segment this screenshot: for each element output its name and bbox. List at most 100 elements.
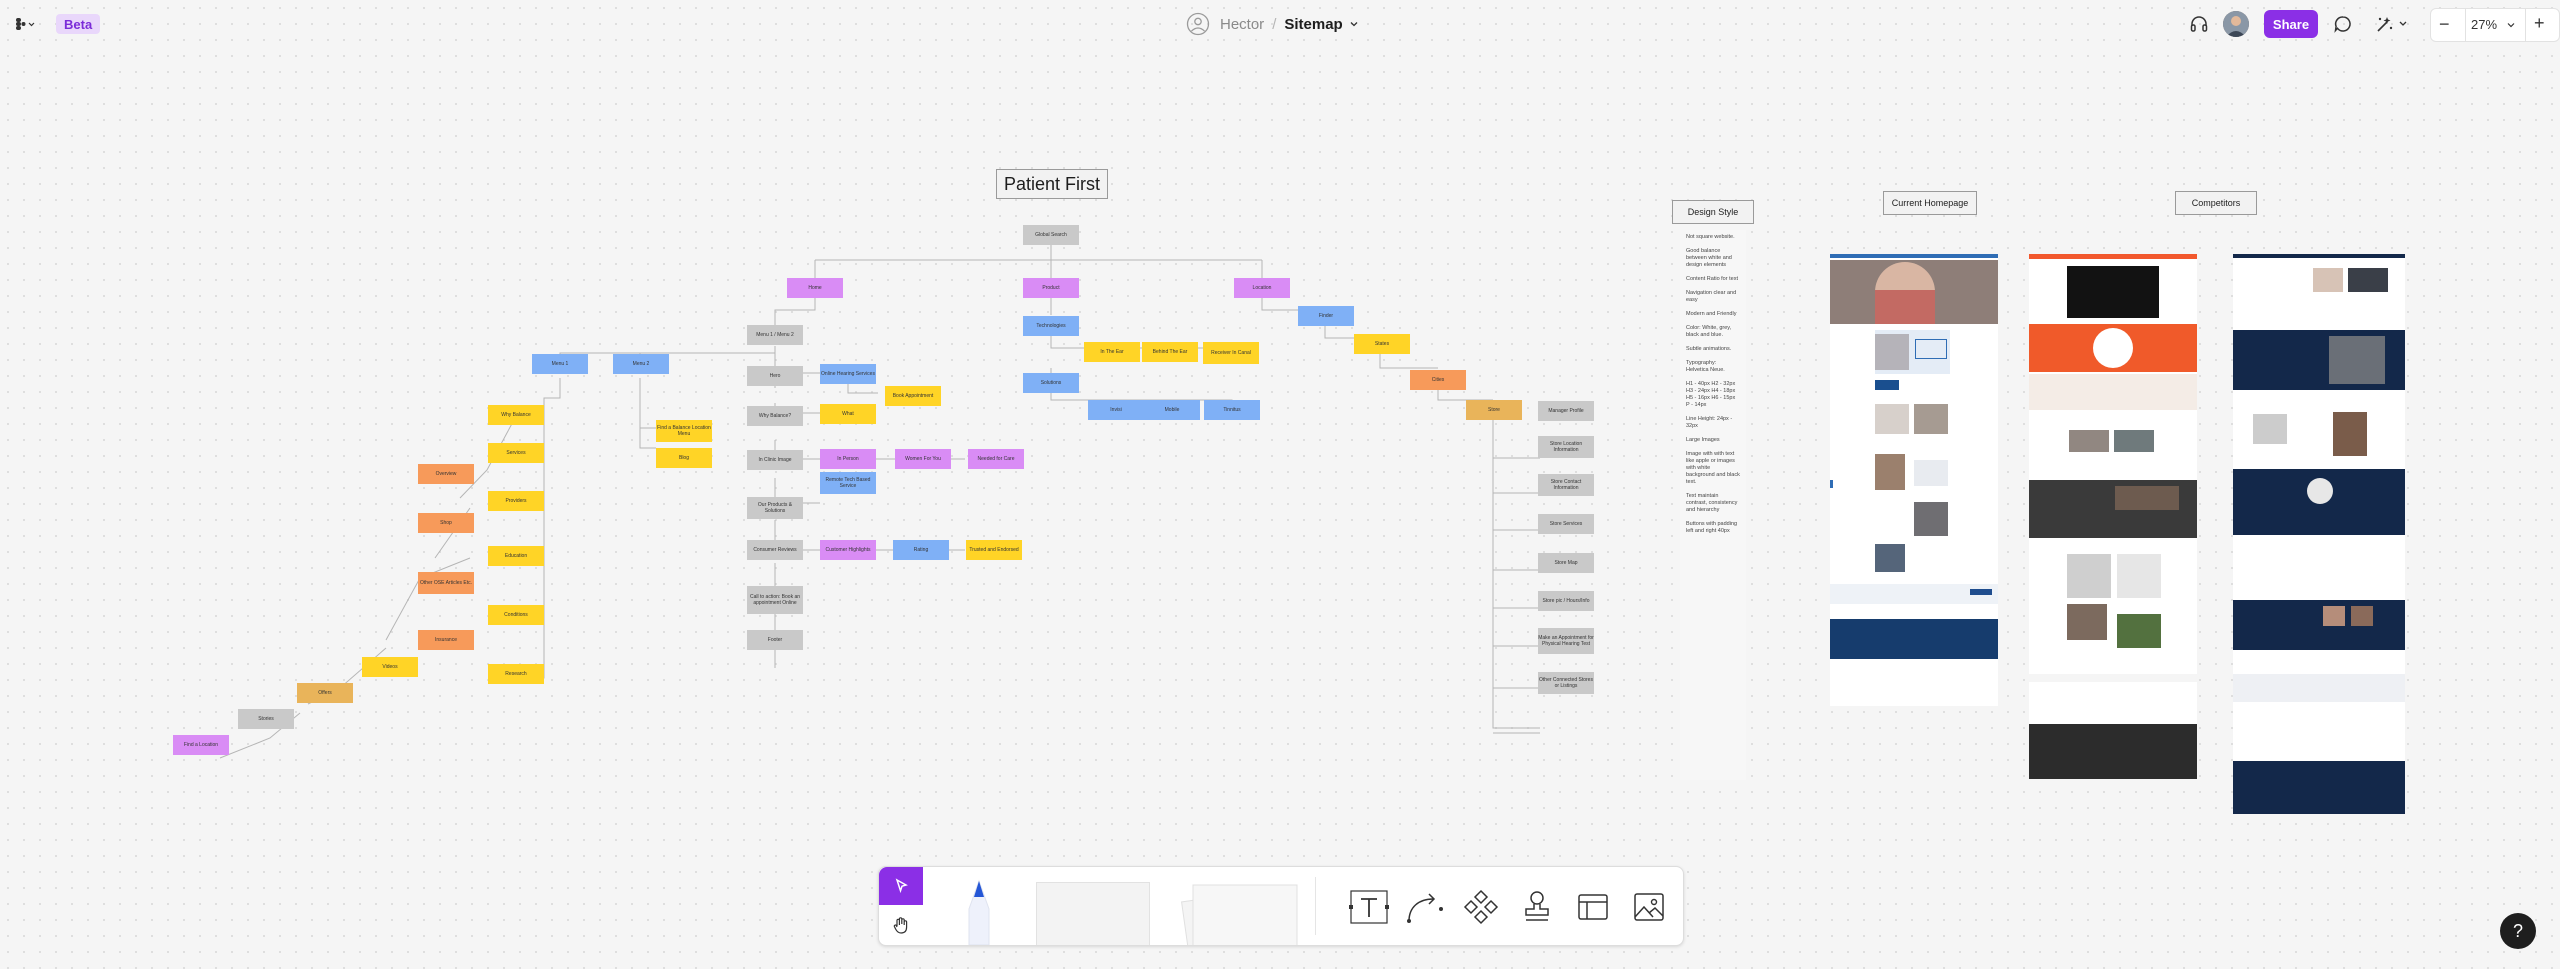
sitemap-node[interactable]: Mobile [1144,400,1200,420]
design-style-label[interactable]: Design Style [1672,200,1754,224]
sitemap-node[interactable]: Book Appointment [885,386,941,406]
sitemap-node[interactable]: Solutions [1023,373,1079,393]
sitemap-node[interactable]: Tinnitus [1204,400,1260,420]
hand-tool[interactable] [879,905,923,945]
sitemap-node[interactable]: Product [1023,278,1079,298]
sitemap-node[interactable]: Find a Location [173,735,229,755]
component-tool[interactable] [1459,887,1503,927]
sitemap-node[interactable]: Behind The Ear [1142,342,1198,362]
sitemap-node[interactable]: Other Connected Stores or Listings [1538,672,1594,694]
actions-menu-button[interactable] [2372,12,2412,36]
stamp-tool[interactable] [1515,887,1559,927]
sitemap-node[interactable]: Invisi [1088,400,1144,420]
current-homepage-screenshot[interactable] [1830,254,1998,706]
sitemap-node[interactable]: Customer Highlights [820,540,876,560]
design-note: Image with with text like apple or image… [1686,451,1740,485]
sitemap-node[interactable]: Education [488,546,544,566]
sitemap-node[interactable]: Trusted and Endorsed [966,540,1022,560]
section-tool[interactable] [1571,887,1615,927]
sitemap-node[interactable]: Home [787,278,843,298]
sitemap-node[interactable]: Menu 1 [532,354,588,374]
help-button[interactable]: ? [2500,913,2536,949]
zoom-level[interactable]: 27% [2471,17,2497,32]
competitor-screenshot-1[interactable] [2029,254,2197,779]
sitemap-node[interactable]: Store Location Information [1538,436,1594,458]
sitemap-node[interactable]: Providers [488,491,544,511]
select-tool[interactable] [879,867,923,905]
sitemap-node[interactable]: What [820,404,876,424]
comments-button[interactable] [2330,12,2356,36]
sitemap-node[interactable]: In Person [820,449,876,469]
sitemap-node[interactable]: Menu 1 / Menu 2 [747,325,803,345]
sitemap-node[interactable]: Call to action: Book an appointment Onli… [747,586,803,614]
audio-call-button[interactable] [2186,12,2212,36]
competitor-screenshot-2[interactable] [2233,254,2405,814]
sitemap-node[interactable]: In Clinic Image [747,450,803,470]
text-tool[interactable] [1347,887,1391,927]
sitemap-node[interactable]: Location [1234,278,1290,298]
sticky-note-tool[interactable] [1035,881,1151,945]
sitemap-node[interactable]: Conditions [488,605,544,625]
sitemap-node[interactable]: Other OSE Articles Etc. [418,572,474,594]
sitemap-node[interactable]: Offers [297,683,353,703]
pen-tool[interactable] [957,875,1001,945]
breadcrumb-owner[interactable]: Hector [1220,16,1264,33]
sitemap-node[interactable]: Find a Balance Location Menu [656,420,712,442]
sitemap-node[interactable]: Store pic / Hours/Info [1538,591,1594,611]
sitemap-node[interactable]: Store Map [1538,553,1594,573]
shape-tool[interactable] [1179,881,1299,945]
sitemap-node[interactable]: Hero [747,366,803,386]
sitemap-node[interactable]: Research [488,664,544,684]
sitemap-node[interactable]: Technologies [1023,316,1079,336]
main-menu-button[interactable] [10,14,40,34]
sitemap-node[interactable]: Why Balance? [747,406,803,426]
sitemap-node[interactable]: Store Contact Information [1538,474,1594,496]
sitemap-node[interactable]: Cities [1410,370,1466,390]
sitemap-node[interactable]: Remote Tech Based Service [820,472,876,494]
sitemap-node[interactable]: Store Services [1538,514,1594,534]
image-tool[interactable] [1627,887,1671,927]
sitemap-node[interactable]: Blog [656,448,712,468]
design-note: Content Ratio for text [1686,276,1738,282]
share-button[interactable]: Share [2264,10,2318,38]
competitors-label[interactable]: Competitors [2175,191,2257,215]
sitemap-node[interactable]: Overview [418,464,474,484]
zoom-chevron-down-icon[interactable] [2505,19,2517,31]
sitemap-node[interactable]: Manager Profile [1538,401,1594,421]
sitemap-title[interactable]: Patient First [996,169,1108,199]
sitemap-node[interactable]: Videos [362,657,418,677]
sitemap-node[interactable]: Finder [1298,306,1354,326]
sitemap-node[interactable]: Rating [893,540,949,560]
sitemap-node[interactable]: Menu 2 [613,354,669,374]
chevron-down-icon[interactable] [1347,17,1361,31]
connector-tool[interactable] [1403,887,1447,927]
sitemap-node[interactable]: In The Ear [1084,342,1140,362]
canvas[interactable]: Patient First Global Search Home Product… [0,48,2560,969]
current-homepage-label[interactable]: Current Homepage [1883,191,1977,215]
sitemap-node[interactable]: Make an Appointment for Physical Hearing… [1538,628,1594,654]
sitemap-node[interactable]: Receiver In Canal [1203,342,1259,364]
headphones-icon [2190,16,2208,32]
sitemap-node[interactable]: Women For You [895,449,951,469]
sitemap-node[interactable]: Shop [418,513,474,533]
sitemap-node[interactable]: Footer [747,630,803,650]
user-avatar[interactable] [2223,11,2249,37]
sitemap-node[interactable]: Consumer Reviews [747,540,803,560]
sitemap-node[interactable]: Services [488,443,544,463]
file-name[interactable]: Sitemap [1284,16,1342,33]
design-note: H1 - 40px H2 - 32px H3 - 24px H4 - 18px … [1686,381,1736,408]
sitemap-node[interactable]: Stories [238,709,294,729]
sitemap-node[interactable]: States [1354,334,1410,354]
sitemap-node[interactable]: Our Products & Solutions [747,497,803,519]
sitemap-node[interactable]: Global Search [1023,225,1079,245]
zoom-in-button[interactable]: + [2534,13,2545,34]
sitemap-node[interactable]: Insurance [418,630,474,650]
pen-icon [968,879,990,945]
section-icon [1578,894,1608,920]
sitemap-node[interactable]: Needed for Care [968,449,1024,469]
sitemap-node[interactable]: Store [1466,400,1522,420]
sitemap-node[interactable]: Why Balance [488,405,544,425]
zoom-out-button[interactable]: − [2439,14,2450,35]
design-style-notes[interactable]: Not square website. Good balance between … [1680,230,1746,780]
sitemap-node[interactable]: Online Hearing Services [820,364,876,384]
